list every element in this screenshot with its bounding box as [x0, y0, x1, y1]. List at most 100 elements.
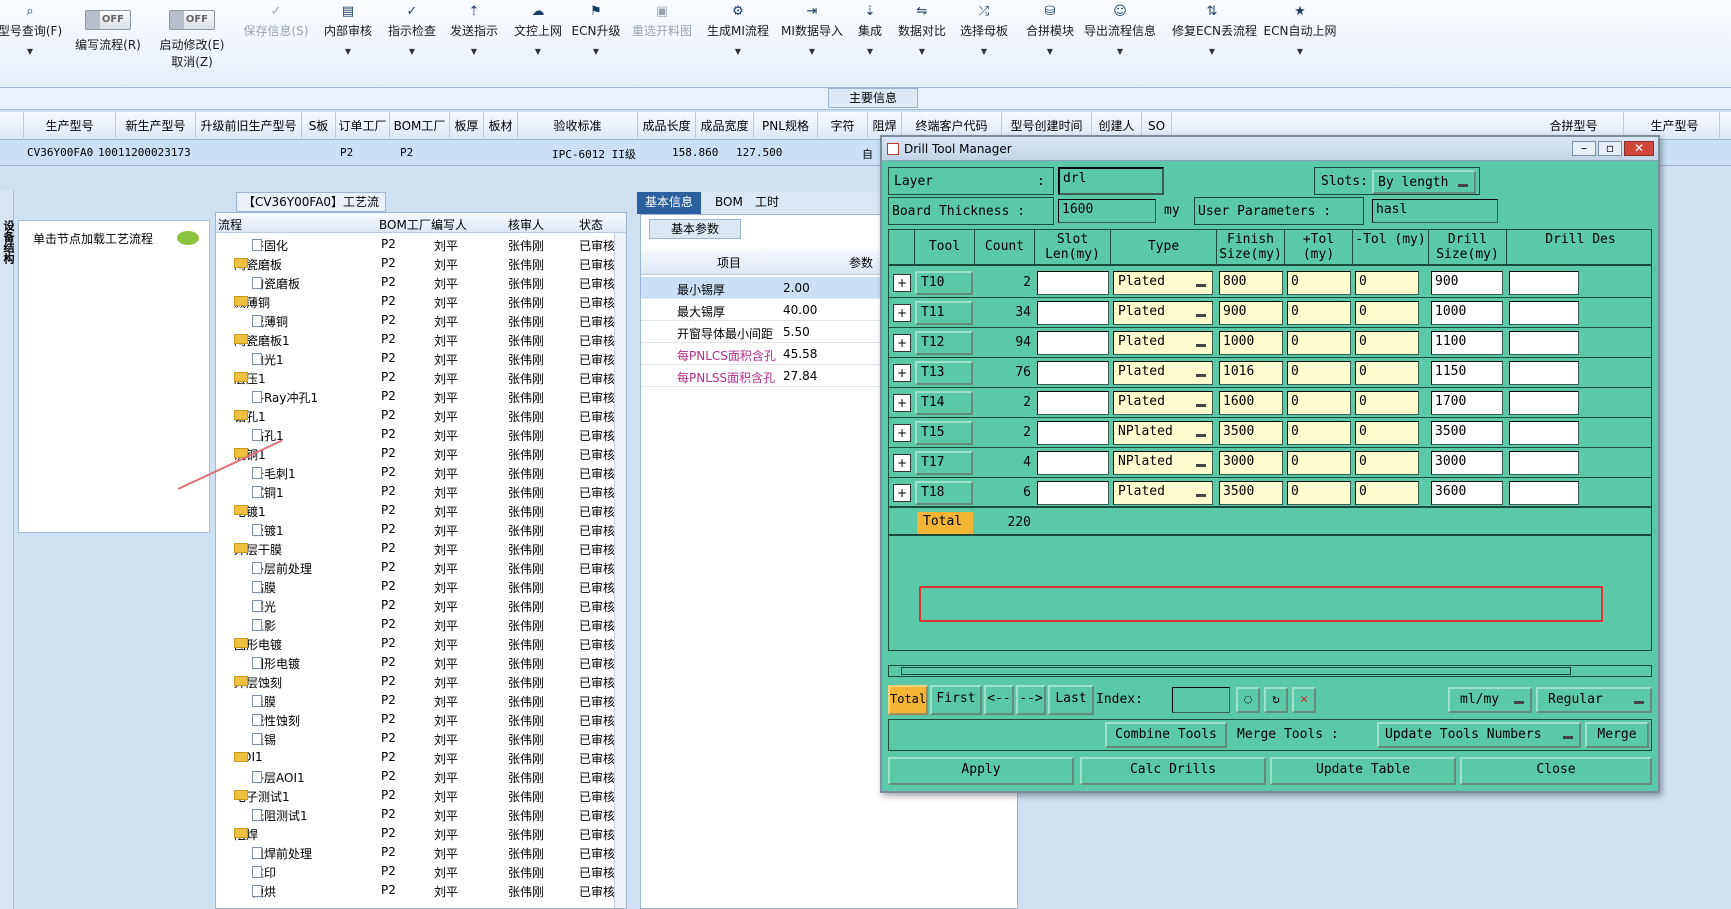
tree-row[interactable]: X-Ray冲孔1 P2 刘平 张伟刚 已审核 — [216, 387, 616, 406]
tree-row[interactable]: 终固化 P2 刘平 张伟刚 已审核 — [216, 235, 616, 254]
dialog-titlebar[interactable]: Drill Tool Manager – ▫ ✕ — [882, 137, 1658, 161]
slot-len-field[interactable] — [1037, 301, 1109, 325]
toolbar-item[interactable]: ⚙ 生成MI流程 ▼ — [698, 2, 778, 74]
minus-tol-field[interactable]: 0 — [1355, 451, 1419, 475]
toolbar-item[interactable]: ⌕ 型号查询(F) ▼ — [0, 2, 70, 74]
plus-tol-field[interactable]: 0 — [1287, 421, 1351, 445]
drill-des-field[interactable] — [1509, 451, 1579, 475]
toolbar-item[interactable]: ✓ 保存信息(S) — [236, 2, 316, 74]
slots-dropdown[interactable]: By length — [1372, 170, 1476, 194]
tree-row[interactable]: −阻焊 P2 刘平 张伟刚 已审核 — [216, 824, 616, 843]
chat-bubble-icon[interactable] — [177, 231, 199, 245]
tree-row[interactable]: 预烘 P2 刘平 张伟刚 已审核 — [216, 881, 616, 900]
close-icon[interactable]: ✕ — [1624, 141, 1654, 156]
grid-hscrollbar[interactable] — [888, 665, 1652, 677]
expand-icon[interactable]: + — [893, 334, 911, 352]
expand-icon[interactable]: + — [893, 424, 911, 442]
tool-column-header[interactable]: Finish Size(my) — [1217, 230, 1285, 265]
tool-column-header[interactable]: -Tol (my) — [1353, 230, 1429, 265]
first-button[interactable]: First — [930, 685, 982, 715]
chevron-down-icon[interactable]: ▼ — [0, 47, 70, 56]
drill-size-field[interactable]: 1150 — [1431, 361, 1503, 385]
tool-row[interactable]: + T13 76 Plated 1016 0 0 1150 — [889, 358, 1651, 388]
drill-size-field[interactable]: 3600 — [1431, 481, 1503, 505]
user-params-field[interactable]: hasl — [1372, 199, 1498, 223]
tree-row[interactable]: −外层干膜 P2 刘平 张伟刚 已审核 — [216, 539, 616, 558]
tree-row[interactable]: 退膜 P2 刘平 张伟刚 已审核 — [216, 691, 616, 710]
column-header[interactable]: 新生产型号 — [116, 112, 196, 140]
toggle-switch[interactable]: OFF — [169, 10, 215, 30]
column-header[interactable]: 板材 — [484, 112, 518, 140]
plus-tol-field[interactable]: 0 — [1287, 451, 1351, 475]
minus-tol-field[interactable]: 0 — [1355, 301, 1419, 325]
unit-dropdown[interactable]: ml/my — [1448, 687, 1532, 713]
chevron-down-icon[interactable]: ▼ — [1080, 47, 1160, 56]
layer-field[interactable]: drl — [1058, 167, 1164, 195]
drill-size-field[interactable]: 1000 — [1431, 301, 1503, 325]
tree-row[interactable]: 曝光 P2 刘平 张伟刚 已审核 — [216, 596, 616, 615]
slot-len-field[interactable] — [1037, 331, 1109, 355]
finish-size-field[interactable]: 3500 — [1219, 481, 1283, 505]
column-header[interactable]: BOM工厂 — [390, 112, 450, 140]
tool-row[interactable]: + T11 34 Plated 900 0 0 1000 — [889, 298, 1651, 328]
tree-row[interactable]: 去毛刺1 P2 刘平 张伟刚 已审核 — [216, 463, 616, 482]
toolbar-item[interactable]: ☺ 导出流程信息 ▼ — [1080, 2, 1160, 74]
tree-row[interactable]: −电镀1 P2 刘平 张伟刚 已审核 — [216, 501, 616, 520]
column-header[interactable]: 订单工厂 — [336, 112, 390, 140]
tree-row[interactable]: 减薄铜 P2 刘平 张伟刚 已审核 — [216, 311, 616, 330]
tool-column-header[interactable]: Tool — [915, 230, 975, 265]
slot-len-field[interactable] — [1037, 391, 1109, 415]
toolbar-item[interactable]: ★ ECN自动上网 ▼ — [1260, 2, 1340, 74]
tool-name[interactable]: T18 — [915, 481, 973, 505]
close-button[interactable]: Close — [1460, 757, 1652, 785]
prev-button[interactable]: <-- — [984, 685, 1014, 715]
toggle-switch[interactable]: OFF — [85, 10, 131, 30]
finish-size-field[interactable]: 1000 — [1219, 331, 1283, 355]
tool-row[interactable]: + T12 94 Plated 1000 0 0 1100 — [889, 328, 1651, 358]
column-header[interactable]: S板 — [302, 112, 336, 140]
drill-size-field[interactable]: 900 — [1431, 271, 1503, 295]
expand-icon[interactable]: + — [893, 394, 911, 412]
tab[interactable]: 基本信息 — [637, 192, 702, 214]
drill-des-field[interactable] — [1509, 301, 1579, 325]
tool-column-header[interactable]: +Tol (my) — [1285, 230, 1353, 265]
tree-row[interactable]: 退锡 P2 刘平 张伟刚 已审核 — [216, 729, 616, 748]
tool-column-header[interactable] — [889, 230, 915, 265]
tree-row[interactable]: −减薄铜 P2 刘平 张伟刚 已审核 — [216, 292, 616, 311]
tool-row[interactable]: + T14 2 Plated 1600 0 0 1700 — [889, 388, 1651, 418]
calc-drills-button[interactable]: Calc Drills — [1080, 757, 1266, 785]
maximize-icon[interactable]: ▫ — [1598, 141, 1622, 156]
plus-tol-field[interactable]: 0 — [1287, 331, 1351, 355]
tree-row[interactable]: 图形电镀 P2 刘平 张伟刚 已审核 — [216, 653, 616, 672]
type-dropdown[interactable]: Plated — [1113, 361, 1213, 385]
tree-row[interactable]: −AOI1 P2 刘平 张伟刚 已审核 — [216, 748, 616, 767]
minus-tol-field[interactable]: 0 — [1355, 361, 1419, 385]
tree-row[interactable]: 外层AOI1 P2 刘平 张伟刚 已审核 — [216, 767, 616, 786]
chevron-down-icon[interactable]: ▼ — [698, 47, 778, 56]
scroll-thumb[interactable] — [901, 667, 1571, 675]
tool-column-header[interactable]: Type — [1111, 230, 1217, 265]
last-button[interactable]: Last — [1048, 685, 1094, 715]
tool-name[interactable]: T14 — [915, 391, 973, 415]
tree-row[interactable]: −陶瓷磨板 P2 刘平 张伟刚 已审核 — [216, 254, 616, 273]
column-header[interactable]: 升级前旧生产型号 — [196, 112, 302, 140]
toolbar-item[interactable]: OFF 启动修改(E) 取消(Z) — [152, 2, 232, 74]
drill-des-field[interactable] — [1509, 391, 1579, 415]
type-dropdown[interactable]: Plated — [1113, 391, 1213, 415]
tree-row[interactable]: −图形电镀 P2 刘平 张伟刚 已审核 — [216, 634, 616, 653]
tree-row[interactable]: 丝印 P2 刘平 张伟刚 已审核 — [216, 862, 616, 881]
minus-tol-field[interactable]: 0 — [1355, 391, 1419, 415]
plus-tol-field[interactable]: 0 — [1287, 271, 1351, 295]
apply-button[interactable]: Apply — [888, 757, 1074, 785]
tree-row[interactable]: 阻焊前处理 P2 刘平 张伟刚 已审核 — [216, 843, 616, 862]
tool-name[interactable]: T17 — [915, 451, 973, 475]
bulb-icon[interactable]: ◌ — [1236, 687, 1260, 713]
column-header[interactable]: 成品宽度 — [696, 112, 754, 140]
update-table-button[interactable]: Update Table — [1270, 757, 1456, 785]
index-field[interactable] — [1172, 687, 1230, 713]
minus-tol-field[interactable]: 0 — [1355, 481, 1419, 505]
column-header[interactable]: 字符 — [818, 112, 868, 140]
combine-tools-button[interactable]: Combine Tools — [1105, 722, 1227, 748]
slot-len-field[interactable] — [1037, 481, 1109, 505]
type-dropdown[interactable]: NPlated — [1113, 451, 1213, 475]
